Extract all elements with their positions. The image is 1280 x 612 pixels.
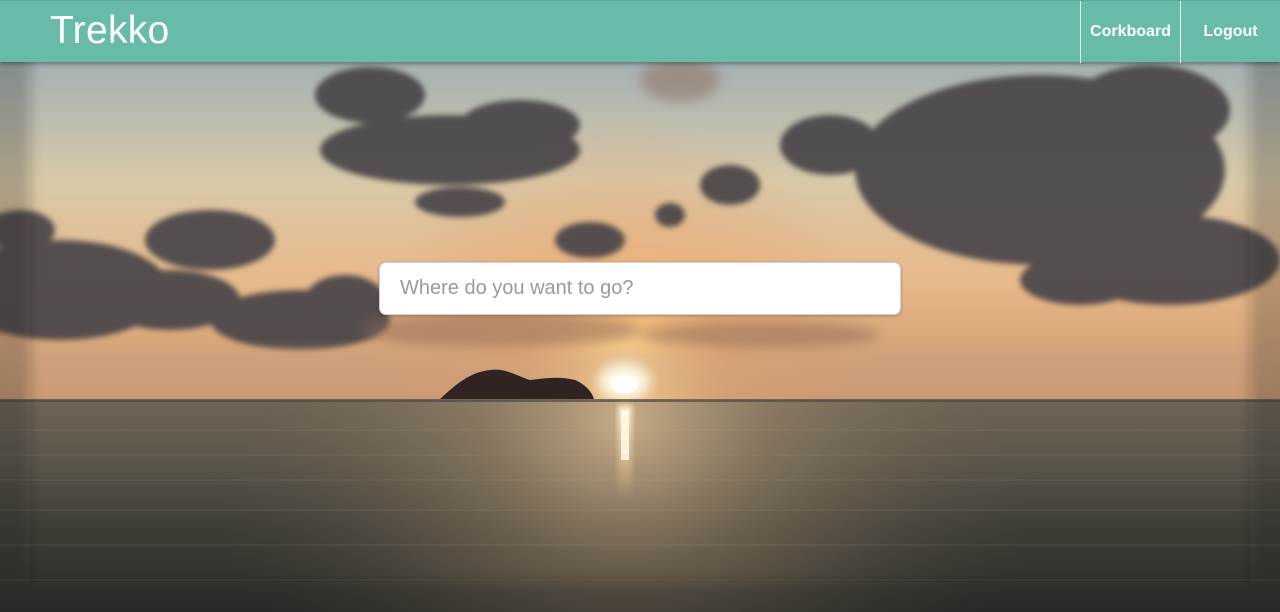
top-navbar: Trekko Corkboard Logout	[0, 0, 1280, 63]
app-root: Trekko Corkboard Logout	[0, 0, 1280, 612]
search-container	[379, 262, 901, 315]
nav-link-logout[interactable]: Logout	[1180, 1, 1280, 63]
destination-search-input[interactable]	[379, 262, 901, 315]
nav-links: Corkboard Logout	[1080, 1, 1280, 63]
brand-logo-link[interactable]: Trekko	[50, 7, 170, 55]
nav-link-corkboard[interactable]: Corkboard	[1080, 1, 1180, 63]
